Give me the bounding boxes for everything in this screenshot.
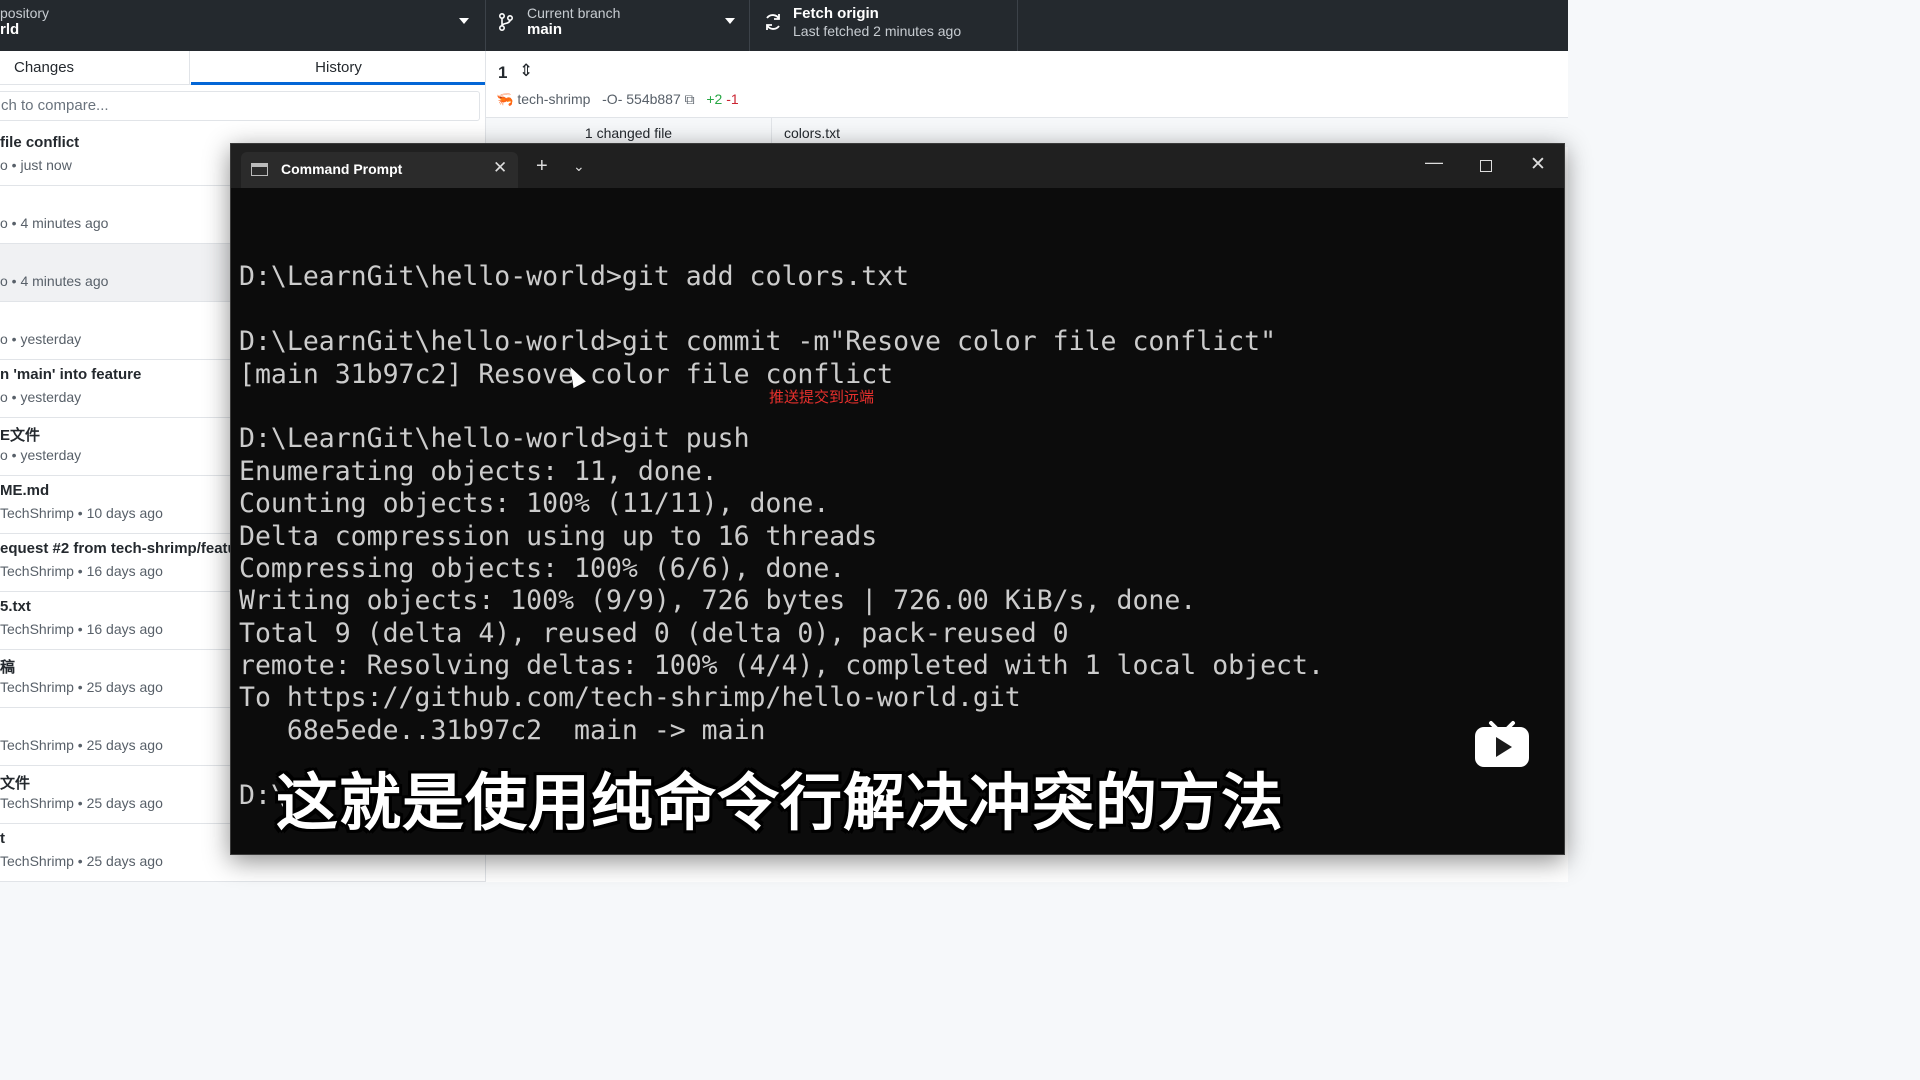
deletions-count: -1 [726, 91, 739, 107]
commit-meta: o • just now [0, 157, 72, 173]
fetch-origin-button[interactable]: Fetch origin Last fetched 2 minutes ago [750, 0, 1018, 51]
current-branch-button[interactable]: Current branch main [486, 0, 750, 51]
terminal-line: Total 9 (delta 4), reused 0 (delta 0), p… [239, 617, 1069, 649]
close-window-icon[interactable]: ✕ [1530, 153, 1546, 176]
terminal-titlebar[interactable]: Command Prompt ✕ + ⌄ — ✕ [231, 144, 1564, 188]
repo-chevron-down-icon [459, 18, 469, 24]
branch-icon [498, 12, 514, 37]
terminal-icon [251, 163, 268, 176]
terminal-line: D:\LearnGit\hello-world>git commit -m"Re… [239, 326, 1277, 358]
commit-meta: TechShrimp • 25 days ago [0, 737, 163, 753]
commit-meta: o • 4 minutes ago [0, 215, 109, 231]
terminal-tab[interactable]: Command Prompt ✕ [241, 152, 518, 188]
terminal-line: Counting objects: 100% (11/11), done. [239, 488, 830, 520]
commit-meta: o • 4 minutes ago [0, 273, 109, 289]
commit-icon: -O- [602, 91, 623, 107]
commit-title: 文件 [0, 775, 31, 792]
new-tab-icon[interactable]: + [536, 156, 548, 176]
commit-summary: 1 [498, 63, 508, 82]
tab-changes[interactable]: Changes [0, 51, 190, 85]
commit-title: t [0, 830, 5, 847]
branch-label: Current branch [527, 5, 621, 21]
commit-meta: o • yesterday [0, 389, 82, 405]
sync-icon [763, 12, 783, 37]
author-avatar: 🦐 [496, 91, 514, 107]
fetch-label: Fetch origin [793, 5, 879, 22]
maximize-icon[interactable] [1480, 160, 1492, 172]
chevron-down-icon[interactable]: ⌄ [573, 158, 585, 175]
terminal-line: Writing objects: 100% (9/9), 726 bytes |… [239, 585, 1197, 617]
terminal-line: 68e5ede..31b97c2 main -> main [239, 714, 766, 746]
terminal-line: To https://github.com/tech-shrimp/hello-… [239, 682, 1021, 714]
commit-meta: 🦐 tech-shrimp -O- 554b887 ⧉ +2 -1 [496, 91, 739, 108]
terminal-tab-title: Command Prompt [281, 161, 403, 177]
commit-title: file conflict [0, 134, 80, 151]
annotation-label: 推送提交到远端 [769, 388, 875, 406]
commit-title: E文件 [0, 427, 41, 444]
commit-meta: TechShrimp • 10 days ago [0, 505, 163, 521]
commit-title: n 'main' into feature [0, 366, 142, 383]
terminal-line: remote: Resolving deltas: 100% (4/4), co… [239, 650, 1324, 682]
terminal-line: D:\LearnGit\hello-world>git add colors.t… [239, 261, 910, 293]
command-prompt-window[interactable]: Command Prompt ✕ + ⌄ — ✕ D:\LearnGit\hel… [230, 143, 1565, 855]
close-tab-icon[interactable]: ✕ [493, 158, 507, 178]
additions-count: +2 [706, 91, 723, 107]
commit-meta: o • yesterday [0, 331, 82, 347]
bilibili-tv-icon [1475, 721, 1529, 767]
commit-title: equest #2 from tech-shrimp/featu [0, 540, 237, 557]
tab-history[interactable]: History [191, 51, 485, 85]
commit-title: 稿 [0, 659, 16, 676]
terminal-line: Enumerating objects: 11, done. [239, 455, 718, 487]
copy-icon[interactable]: ⧉ [685, 91, 695, 107]
commit-meta: TechShrimp • 25 days ago [0, 853, 163, 869]
commit-meta: TechShrimp • 25 days ago [0, 679, 163, 695]
video-subtitle: 这就是使用纯命令行解决冲突的方法 [276, 766, 1285, 839]
commit-title: 5.txt [0, 598, 31, 615]
current-repository-button[interactable]: pository rld [0, 0, 486, 51]
branch-name: main [527, 21, 563, 38]
author-name: tech-shrimp [517, 91, 591, 107]
expand-icon[interactable]: ⇕ [519, 61, 533, 81]
app-toolbar: pository rld Current branch main Fetch o… [0, 0, 1568, 51]
branch-compare-input[interactable]: ch to compare... [0, 91, 480, 121]
terminal-line: D:\LearnGit\hello-world>git push [239, 423, 750, 455]
commit-meta: o • yesterday [0, 447, 82, 463]
terminal-line: Delta compression using up to 16 threads [239, 520, 878, 552]
branch-chevron-down-icon [725, 18, 735, 24]
commit-meta: TechShrimp • 16 days ago [0, 621, 163, 637]
commit-sha: 554b887 [626, 91, 681, 107]
commit-meta: TechShrimp • 16 days ago [0, 563, 163, 579]
commit-meta: TechShrimp • 25 days ago [0, 795, 163, 811]
terminal-line: [main 31b97c2] Resove color file conflic… [239, 358, 894, 390]
repo-name: rld [0, 21, 20, 38]
terminal-output[interactable]: D:\LearnGit\hello-world>git add colors.t… [239, 229, 1559, 812]
terminal-line: Compressing objects: 100% (6/6), done. [239, 552, 846, 584]
repo-label: pository [0, 5, 50, 21]
minimize-icon[interactable]: — [1425, 152, 1443, 173]
commit-title: ME.md [0, 482, 50, 499]
sidebar-tabs: Changes History [0, 51, 485, 85]
fetch-status: Last fetched 2 minutes ago [793, 23, 962, 39]
